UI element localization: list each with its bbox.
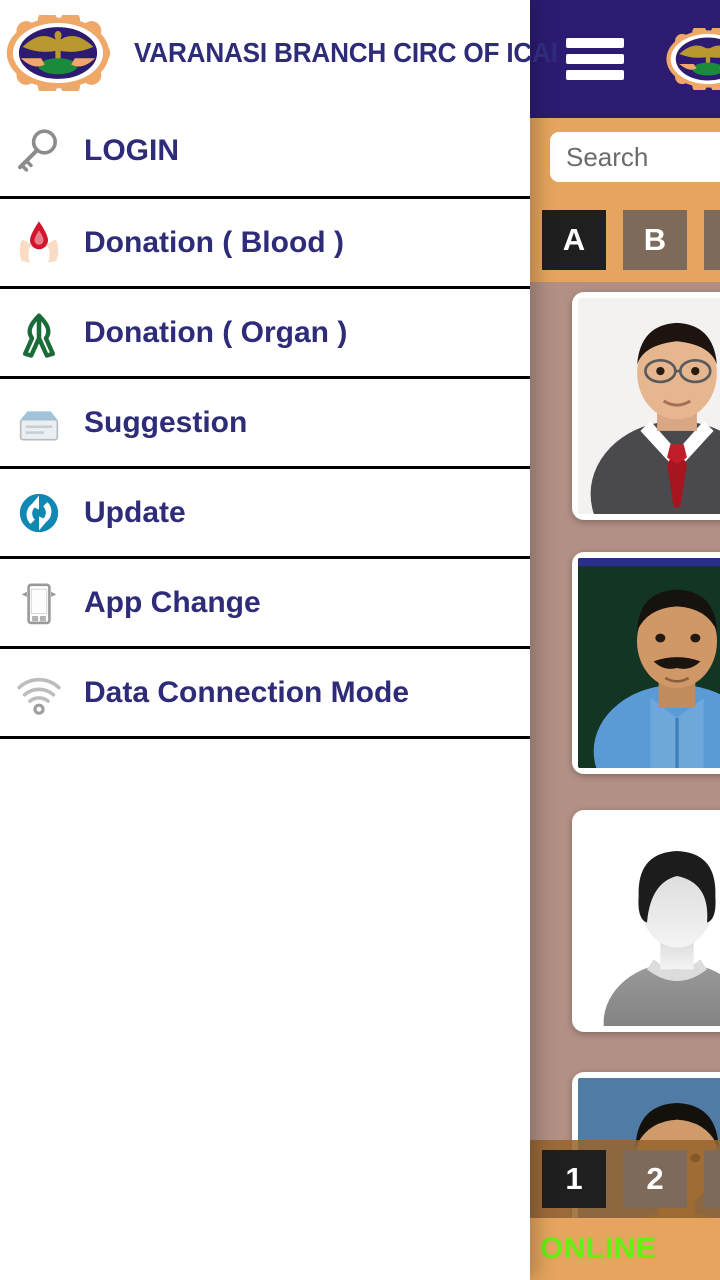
drawer-item-login[interactable]: LOGIN xyxy=(0,106,530,196)
member-photo-placeholder xyxy=(578,816,720,1026)
drawer-header: VARANASI BRANCH CIRC OF ICAI xyxy=(0,0,558,106)
search-bar xyxy=(528,118,720,196)
alpha-tab-c[interactable]: C xyxy=(704,210,720,270)
hamburger-menu-icon[interactable] xyxy=(566,38,624,80)
green-ribbon-icon xyxy=(8,302,70,364)
key-icon xyxy=(8,120,70,182)
alpha-tab-a[interactable]: A xyxy=(542,210,606,270)
drawer-item-label: LOGIN xyxy=(84,134,179,167)
drawer-divider xyxy=(0,736,530,739)
online-status-text: ONLINE xyxy=(540,1232,657,1265)
member-directory-panel: A B C xyxy=(528,0,720,1280)
alpha-tab-b[interactable]: B xyxy=(623,210,687,270)
drawer-item-label: App Change xyxy=(84,585,261,619)
status-bar: ONLINE xyxy=(528,1218,720,1280)
drawer-item-label: Update xyxy=(84,495,186,529)
drawer-title: VARANASI BRANCH CIRC OF ICAI xyxy=(134,37,558,68)
alphabet-filter-strip: A B C xyxy=(528,196,720,282)
blood-drop-hands-icon xyxy=(8,212,70,274)
drawer-item-label: Donation ( Blood ) xyxy=(84,225,344,259)
app-screen: A B C xyxy=(0,0,720,1280)
wifi-icon xyxy=(8,662,70,724)
drawer-item-data-connection-mode[interactable]: Data Connection Mode xyxy=(0,646,530,736)
drawer-item-app-change[interactable]: App Change xyxy=(0,556,530,646)
pagination-bar: 1 2 3 xyxy=(528,1140,720,1218)
member-photo xyxy=(578,298,720,514)
member-card[interactable] xyxy=(572,292,720,520)
page-tab-3[interactable]: 3 xyxy=(704,1150,720,1208)
drawer-item-label: Suggestion xyxy=(84,405,248,439)
smartphone-icon xyxy=(8,572,70,634)
search-input[interactable] xyxy=(550,132,720,182)
drawer-item-donation-organ[interactable]: Donation ( Organ ) xyxy=(0,286,530,376)
icai-logo-icon xyxy=(666,28,720,90)
icai-logo-icon xyxy=(6,15,111,91)
member-card-list[interactable] xyxy=(528,282,720,1280)
drawer-item-suggestion[interactable]: Suggestion xyxy=(0,376,530,466)
drawer-item-label: Donation ( Organ ) xyxy=(84,315,348,349)
suggestion-box-icon xyxy=(8,392,70,454)
member-photo xyxy=(578,558,720,768)
refresh-update-icon xyxy=(8,482,70,544)
navigation-drawer: VARANASI BRANCH CIRC OF ICAI LOGIN Donat… xyxy=(0,0,558,1280)
drawer-item-donation-blood[interactable]: Donation ( Blood ) xyxy=(0,196,530,286)
page-tab-1[interactable]: 1 xyxy=(542,1150,606,1208)
member-card[interactable] xyxy=(572,552,720,774)
member-card[interactable] xyxy=(572,810,720,1032)
drawer-item-label: Data Connection Mode xyxy=(84,675,410,709)
drawer-item-update[interactable]: Update xyxy=(0,466,530,556)
page-tab-2[interactable]: 2 xyxy=(623,1150,687,1208)
